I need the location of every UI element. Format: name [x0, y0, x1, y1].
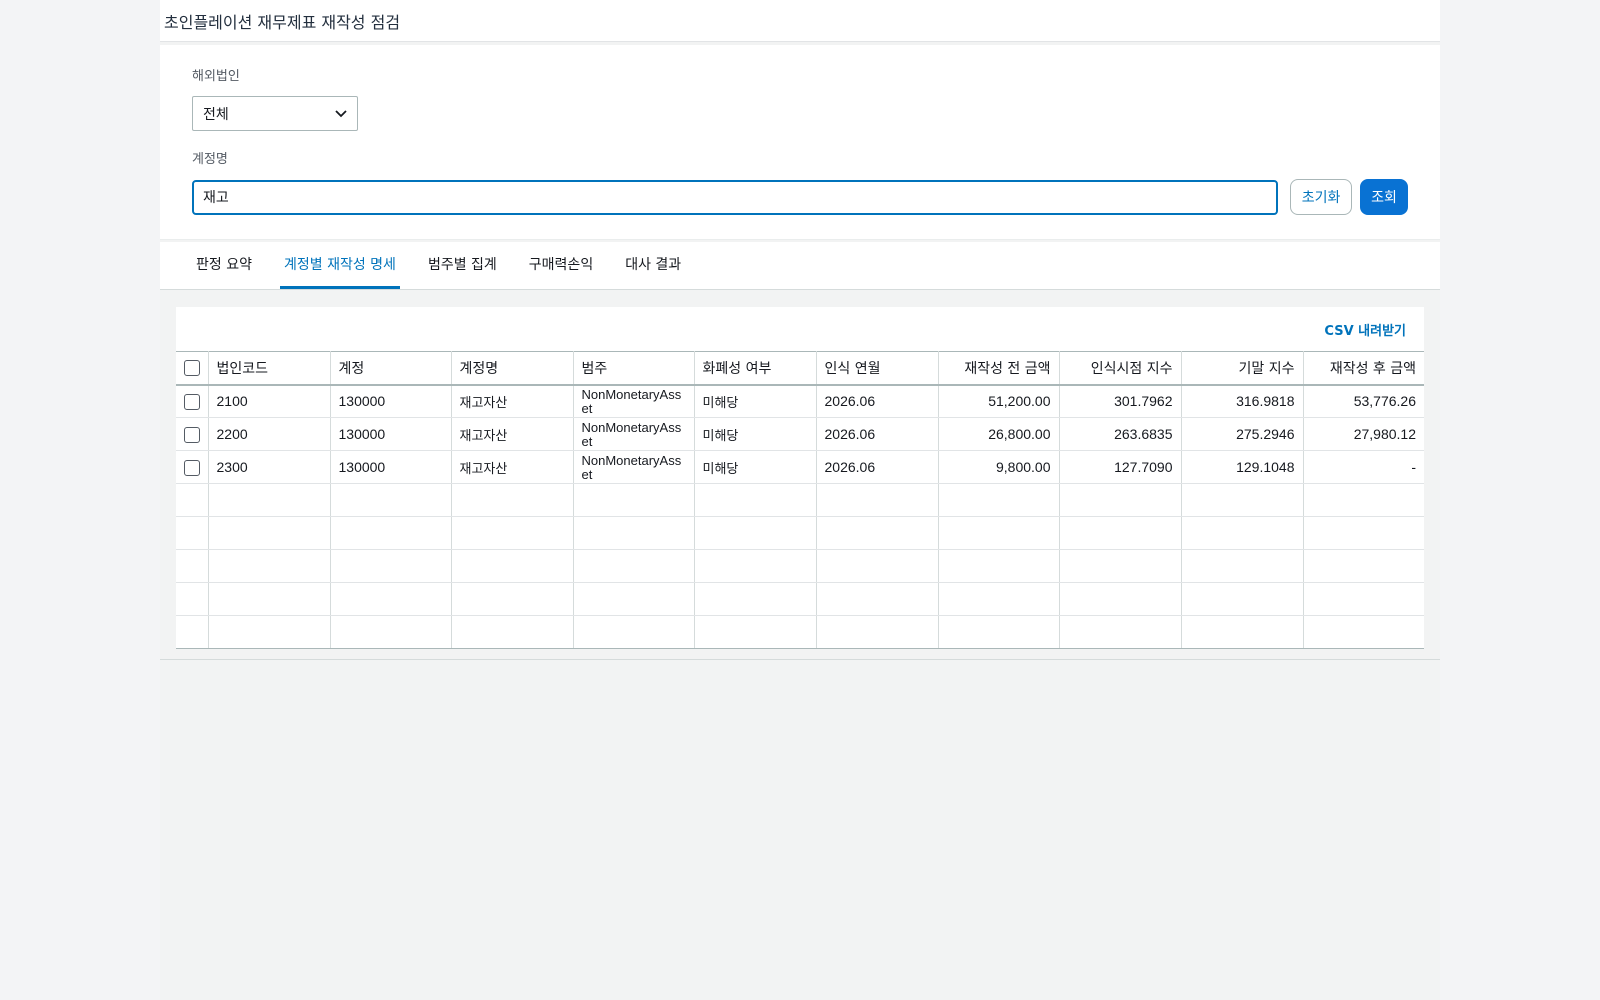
cell-index-closing: 316.9818	[1181, 384, 1304, 418]
col-header[interactable]: 계정	[330, 351, 452, 386]
cell-index-closing: 275.2946	[1181, 417, 1304, 451]
tab-purchasing-power[interactable]: 구매력손익	[525, 242, 597, 289]
cell-amount-after: 53,776.26	[1303, 384, 1424, 418]
col-header[interactable]: 재작성 후 금액	[1303, 351, 1424, 386]
row-checkbox[interactable]	[183, 393, 200, 410]
cell-monetary: 미해당	[694, 450, 817, 484]
tab-summary[interactable]: 판정 요약	[192, 242, 256, 289]
table-row[interactable]: 2100 130000 재고자산 NonMonetaryAsset 미해당 20…	[176, 384, 1424, 418]
cell-account-name: 재고자산	[451, 450, 574, 484]
tab-bar: 판정 요약 계정별 재작성 명세 범주별 집계 구매력손익 대사 결과	[160, 242, 1440, 290]
empty-row	[176, 516, 1424, 550]
cell-entity-code: 2300	[208, 450, 331, 484]
cell-index-recognition: 301.7962	[1059, 384, 1182, 418]
table-row[interactable]: 2200 130000 재고자산 NonMonetaryAsset 미해당 20…	[176, 417, 1424, 451]
page-title: 초인플레이션 재무제표 재작성 점검	[164, 12, 401, 32]
csv-download-link[interactable]: CSV 내려받기	[1324, 320, 1406, 339]
cell-index-closing: 129.1048	[1181, 450, 1304, 484]
row-checkbox[interactable]	[183, 426, 200, 443]
col-header[interactable]: 재작성 전 금액	[938, 351, 1060, 386]
cell-entity-code: 2100	[208, 384, 331, 418]
col-header[interactable]: 법인코드	[208, 351, 331, 386]
chevron-down-icon	[335, 106, 347, 122]
table-row[interactable]: 2300 130000 재고자산 NonMonetaryAsset 미해당 20…	[176, 450, 1424, 484]
cell-account: 130000	[330, 384, 452, 418]
cell-monetary: 미해당	[694, 417, 817, 451]
col-header[interactable]: 계정명	[451, 351, 574, 386]
cell-account-name: 재고자산	[451, 417, 574, 451]
empty-row	[176, 615, 1424, 649]
col-header[interactable]: 인식 연월	[816, 351, 939, 386]
cell-amount-after: 27,980.12	[1303, 417, 1424, 451]
cell-amount-before: 9,800.00	[938, 450, 1060, 484]
entity-label: 해외법인	[192, 69, 240, 84]
tab-account-detail[interactable]: 계정별 재작성 명세	[279, 242, 400, 289]
app-window: 초인플레이션 재무제표 재작성 점검 해외법인 전체 계정명 초기화 조회 판정…	[160, 0, 1440, 1000]
restatement-table: 법인코드 계정 계정명 범주 화폐성 여부 인식 연월 재작성 전 금액 인식시…	[176, 351, 1424, 649]
col-header[interactable]: 화폐성 여부	[694, 351, 817, 386]
table-card: CSV 내려받기 법인코드 계정 계정명 범주 화폐성 여부 인식 연월 재작성…	[176, 307, 1424, 649]
cell-index-recognition: 263.6835	[1059, 417, 1182, 451]
account-label: 계정명	[192, 152, 228, 167]
select-all-checkbox[interactable]	[183, 359, 200, 376]
page-header: 초인플레이션 재무제표 재작성 점검	[160, 0, 1440, 42]
empty-row	[176, 582, 1424, 616]
col-header[interactable]: 기말 지수	[1181, 351, 1304, 386]
empty-row	[176, 549, 1424, 583]
tab-reconciliation[interactable]: 대사 결과	[621, 242, 685, 289]
cell-amount-before: 51,200.00	[938, 384, 1060, 418]
cell-monetary: 미해당	[694, 384, 817, 418]
cell-account-name: 재고자산	[451, 384, 574, 418]
content-area: CSV 내려받기 법인코드 계정 계정명 범주 화폐성 여부 인식 연월 재작성…	[160, 290, 1440, 660]
col-header[interactable]: 범주	[573, 351, 695, 386]
row-checkbox[interactable]	[183, 459, 200, 476]
cell-account: 130000	[330, 417, 452, 451]
cell-recognition-month: 2026.06	[816, 384, 939, 418]
col-header[interactable]: 인식시점 지수	[1059, 351, 1182, 386]
entity-select-value: 전체	[203, 106, 229, 123]
cell-recognition-month: 2026.06	[816, 450, 939, 484]
tab-category-summary[interactable]: 범주별 집계	[424, 242, 501, 289]
empty-row	[176, 483, 1424, 517]
entity-select[interactable]: 전체	[192, 96, 358, 131]
cell-amount-after: -	[1303, 450, 1424, 484]
cell-category: NonMonetaryAsset	[573, 450, 695, 484]
cell-category: NonMonetaryAsset	[573, 384, 695, 418]
account-input[interactable]	[192, 179, 1279, 215]
cell-entity-code: 2200	[208, 417, 331, 451]
cell-index-recognition: 127.7090	[1059, 450, 1182, 484]
filter-panel: 해외법인 전체 계정명 초기화 조회	[160, 45, 1440, 240]
search-button[interactable]: 조회	[1360, 179, 1408, 215]
cell-amount-before: 26,800.00	[938, 417, 1060, 451]
cell-category: NonMonetaryAsset	[573, 417, 695, 451]
reset-button[interactable]: 초기화	[1290, 179, 1353, 215]
table-header-row: 법인코드 계정 계정명 범주 화폐성 여부 인식 연월 재작성 전 금액 인식시…	[176, 351, 1424, 386]
cell-recognition-month: 2026.06	[816, 417, 939, 451]
cell-account: 130000	[330, 450, 452, 484]
